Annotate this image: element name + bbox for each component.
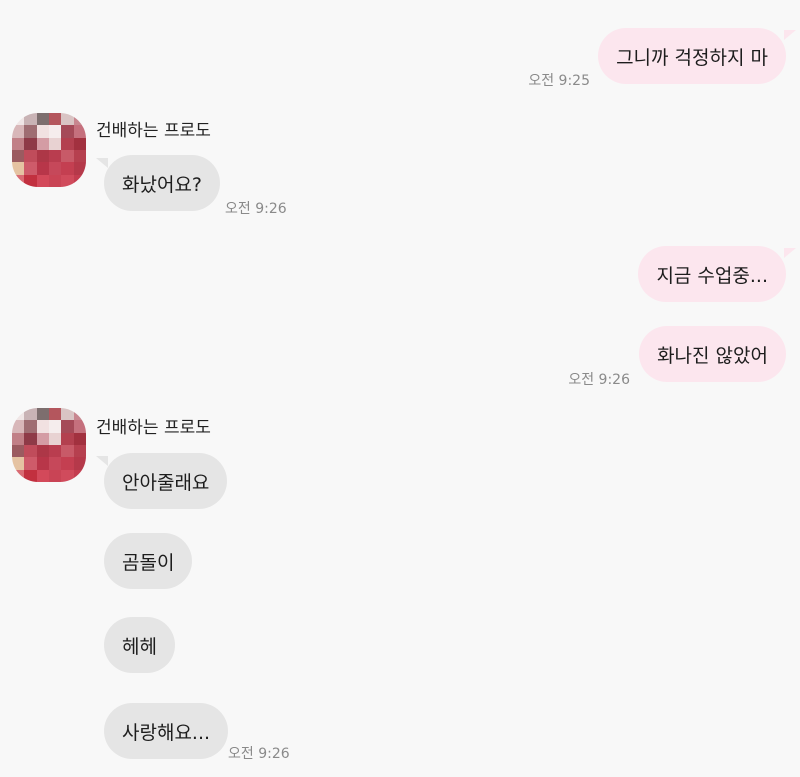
message-timestamp: 오전 9:26 bbox=[225, 201, 287, 217]
bubble-tail bbox=[784, 30, 796, 40]
outgoing-message-bubble[interactable]: 지금 수업중... bbox=[638, 246, 786, 302]
contact-name: 건배하는 프로도 bbox=[96, 418, 211, 438]
contact-avatar[interactable] bbox=[12, 408, 86, 482]
bubble-tail bbox=[96, 158, 108, 168]
contact-avatar[interactable] bbox=[12, 113, 86, 187]
outgoing-message-bubble[interactable]: 화나진 않았어 bbox=[639, 326, 786, 382]
incoming-message-bubble[interactable]: 사랑해요... bbox=[104, 703, 229, 759]
incoming-message-bubble[interactable]: 안아줄래요 bbox=[104, 453, 228, 509]
bubble-tail bbox=[784, 248, 796, 258]
message-timestamp: 오전 9:25 bbox=[528, 73, 590, 89]
incoming-message-bubble[interactable]: 화났어요? bbox=[104, 155, 221, 211]
message-timestamp: 오전 9:26 bbox=[568, 372, 630, 388]
outgoing-message-bubble[interactable]: 그니까 걱정하지 마 bbox=[598, 28, 786, 84]
message-timestamp: 오전 9:26 bbox=[228, 746, 290, 762]
chat-thread: 그니까 걱정하지 마 오전 9:25 건배하는 프로도 화났어요? 오전 9:2… bbox=[0, 0, 800, 777]
incoming-message-bubble[interactable]: 헤헤 bbox=[104, 617, 175, 673]
bubble-tail bbox=[96, 456, 108, 466]
incoming-message-bubble[interactable]: 곰돌이 bbox=[104, 533, 193, 589]
contact-name: 건배하는 프로도 bbox=[96, 121, 211, 141]
